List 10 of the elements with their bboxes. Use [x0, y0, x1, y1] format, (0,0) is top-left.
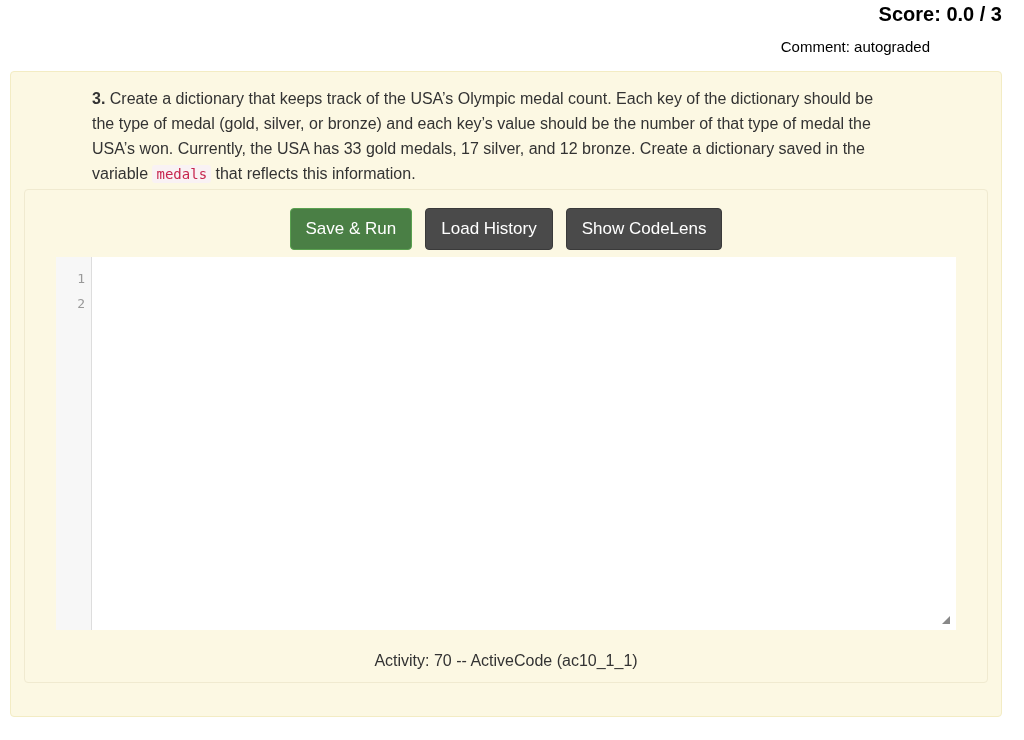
score-heading: Score: 0.0 / 3: [878, 2, 1002, 26]
action-button[interactable]: Save & Run: [289, 208, 413, 250]
resize-handle-icon[interactable]: [942, 616, 950, 624]
line-number: 2: [76, 295, 86, 313]
question-text: 3. Create a dictionary that keeps track of the USA’s Olympic medal count. Each key of the dictionary should be the type of medal (gold, silver, or bronze) and each key’s value should be the number of that type of medal the USA’s won. Currently, the USA has 33 gold medals, 17 silver, and 12 bronze. Create a dictionary saved in the variable medals that reflects this information.: [92, 89, 875, 185]
activity-label: Activity: 70 -- ActiveCode (ac10_1_1): [374, 651, 638, 671]
action-button[interactable]: Show CodeLens: [565, 208, 723, 250]
comment-text: Comment: autograded: [780, 37, 930, 57]
action-button[interactable]: Load History: [425, 208, 553, 250]
line-number: 1: [76, 270, 86, 288]
